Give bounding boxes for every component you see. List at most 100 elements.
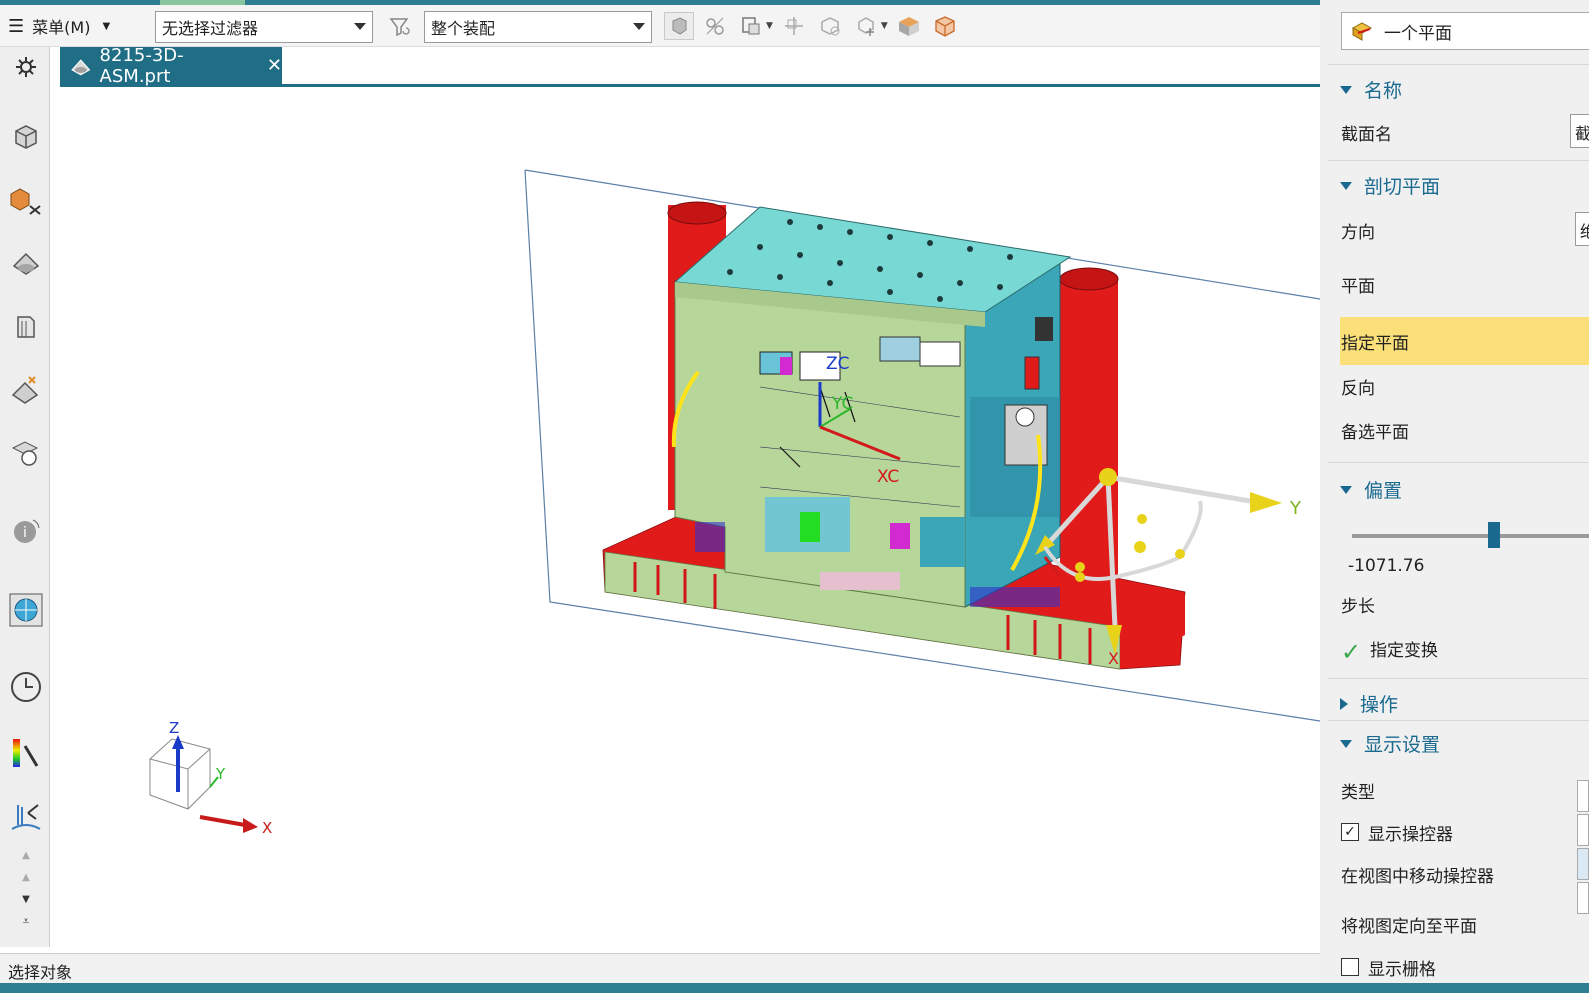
selection-scope-dropdown[interactable]: 整个装配 [424,11,652,43]
main-menu-button[interactable]: ☰ 菜单(M) ▼ [8,11,110,41]
part-navigator-icon[interactable] [8,246,44,282]
expand-triangle-icon [1340,739,1352,748]
section-header-display-settings-label: 显示设置 [1364,734,1441,756]
divider [1328,678,1589,679]
document-tab-title: 8215-3D-ASM.prt [99,44,184,87]
chevron-down-icon[interactable]: ▼ [881,21,888,31]
section-header-offset-label: 偏置 [1364,480,1403,502]
display-type-button-3[interactable] [1577,848,1589,880]
analysis-color-icon[interactable] [8,735,44,771]
section-header-name-label: 名称 [1364,80,1403,102]
scroll-up-secondary-icon[interactable]: ▲ [8,867,44,887]
step-label: 步长 [1341,597,1375,617]
info-icon[interactable]: i [8,513,44,549]
show-grid-label: 显示栅格 [1368,960,1436,980]
bottom-accent-bar [0,983,1589,993]
offset-value[interactable]: -1071.76 [1348,556,1424,576]
expand-triangle-icon [1340,485,1352,494]
section-header-cut-plane[interactable]: 剖切平面 [1340,172,1440,199]
resource-bar: i ▲ ▲ ▼ ⩡ [0,47,50,947]
chevron-down-icon: ▼ [102,20,111,32]
offset-slider-thumb[interactable] [1488,522,1501,548]
web-browser-icon[interactable] [8,435,44,471]
divider [1328,462,1589,463]
orient-view-label[interactable]: 将视图定向至平面 [1341,912,1477,937]
section-header-offset[interactable]: 偏置 [1340,476,1402,503]
wcs-yc-label: YC [831,394,853,414]
checkmark-icon: ✓ [1344,824,1356,840]
selection-scope-value: 整个装配 [431,19,496,38]
direction-dropdown[interactable]: 绝 [1575,212,1589,246]
manipulator-y-label: Y [1289,498,1302,519]
status-bar: 选择对象 [0,953,1320,983]
selection-filter-value: 无选择过滤器 [162,19,259,38]
scroll-down-icon[interactable]: ▼ [8,889,44,909]
assembly-navigator-icon[interactable] [8,119,44,155]
history-clock-icon[interactable] [8,669,44,705]
section-header-name[interactable]: 名称 [1340,76,1402,103]
display-type-button-1[interactable] [1577,780,1589,812]
offset-slider-track[interactable] [1352,534,1589,538]
display-globe-icon[interactable] [8,592,44,628]
section-header-cut-plane-label: 剖切平面 [1364,176,1441,198]
section-header-operations-label: 操作 [1360,694,1399,716]
top-toolbar: ☰ 菜单(M) ▼ 无选择过滤器 整个装配 ▼ ▼ [0,5,1320,47]
snap-point-icon[interactable] [700,12,730,40]
filter-reset-icon[interactable] [385,13,415,41]
select-feature-icon[interactable] [736,12,766,40]
settings-gear-icon[interactable] [8,49,44,85]
alternate-plane-label[interactable]: 备选平面 [1341,418,1409,443]
collapse-bar-icon[interactable]: ⩡ [8,911,44,931]
graphics-viewport[interactable]: ZC YC XC Y X Z Y X [60,87,1320,953]
expand-triangle-icon [1340,85,1352,94]
section-name-label: 截面名 [1341,125,1392,145]
display-type-button-2[interactable] [1577,814,1589,846]
main-menu-label: 菜单(M) [32,18,91,37]
dropdown-arrow-icon [633,23,645,30]
section-header-display-settings[interactable]: 显示设置 [1340,730,1440,757]
solid-cube-icon[interactable] [894,12,924,40]
dropdown-arrow-icon [354,23,366,30]
view-triad: Z Y X [149,719,272,837]
display-type-button-4[interactable] [1577,882,1589,914]
direction-label: 方向 [1341,223,1375,243]
reverse-direction-label[interactable]: 反向 [1341,374,1375,399]
select-body-icon[interactable] [664,12,694,40]
add-constraint-icon[interactable] [851,12,881,40]
show-manipulator-checkbox[interactable]: ✓ [1341,823,1359,841]
triad-z-label: Z [169,719,179,737]
reuse-library-icon[interactable] [8,309,44,345]
model-scene[interactable]: ZC YC XC Y X Z Y X [60,87,1320,953]
wcs-xc-label: XC [877,467,899,487]
document-tab[interactable]: 8215-3D-ASM.prt ✕ [60,44,282,87]
svg-text:i: i [23,525,27,541]
one-plane-icon [1351,22,1373,41]
document-tab-strip: 8215-3D-ASM.prt ✕ [60,44,1320,87]
part-file-icon [71,58,91,75]
status-prompt: 选择对象 [8,963,73,982]
wireframe-cube-icon[interactable] [930,12,960,40]
move-manipulator-label[interactable]: 在视图中移动操控器 [1341,862,1494,887]
divider [1328,160,1589,161]
move-selection-icon[interactable] [779,12,809,40]
show-manipulator-label: 显示操控器 [1368,825,1453,845]
roles-icon[interactable] [8,799,44,835]
show-grid-checkbox[interactable] [1341,958,1359,976]
section-header-operations[interactable]: 操作 [1340,690,1398,717]
divider [1328,64,1589,65]
hide-component-icon[interactable] [815,12,845,40]
section-type-dropdown[interactable]: 一个平面 [1341,12,1589,50]
expand-triangle-icon [1340,181,1352,190]
hd3d-tools-icon[interactable] [8,372,44,408]
specify-transform-label[interactable]: 指定变换 [1370,636,1438,661]
chevron-down-icon[interactable]: ▼ [766,21,773,31]
section-name-input[interactable]: 截 [1570,114,1589,148]
specify-plane-label: 指定平面 [1341,334,1409,354]
divider [1328,720,1589,721]
checkmark-icon: ✓ [1341,638,1362,666]
scroll-up-icon[interactable]: ▲ [8,845,44,865]
constraint-navigator-icon[interactable] [8,184,44,220]
section-type-value: 一个平面 [1384,23,1452,44]
selection-filter-dropdown[interactable]: 无选择过滤器 [155,11,373,43]
close-tab-icon[interactable]: ✕ [267,55,282,76]
